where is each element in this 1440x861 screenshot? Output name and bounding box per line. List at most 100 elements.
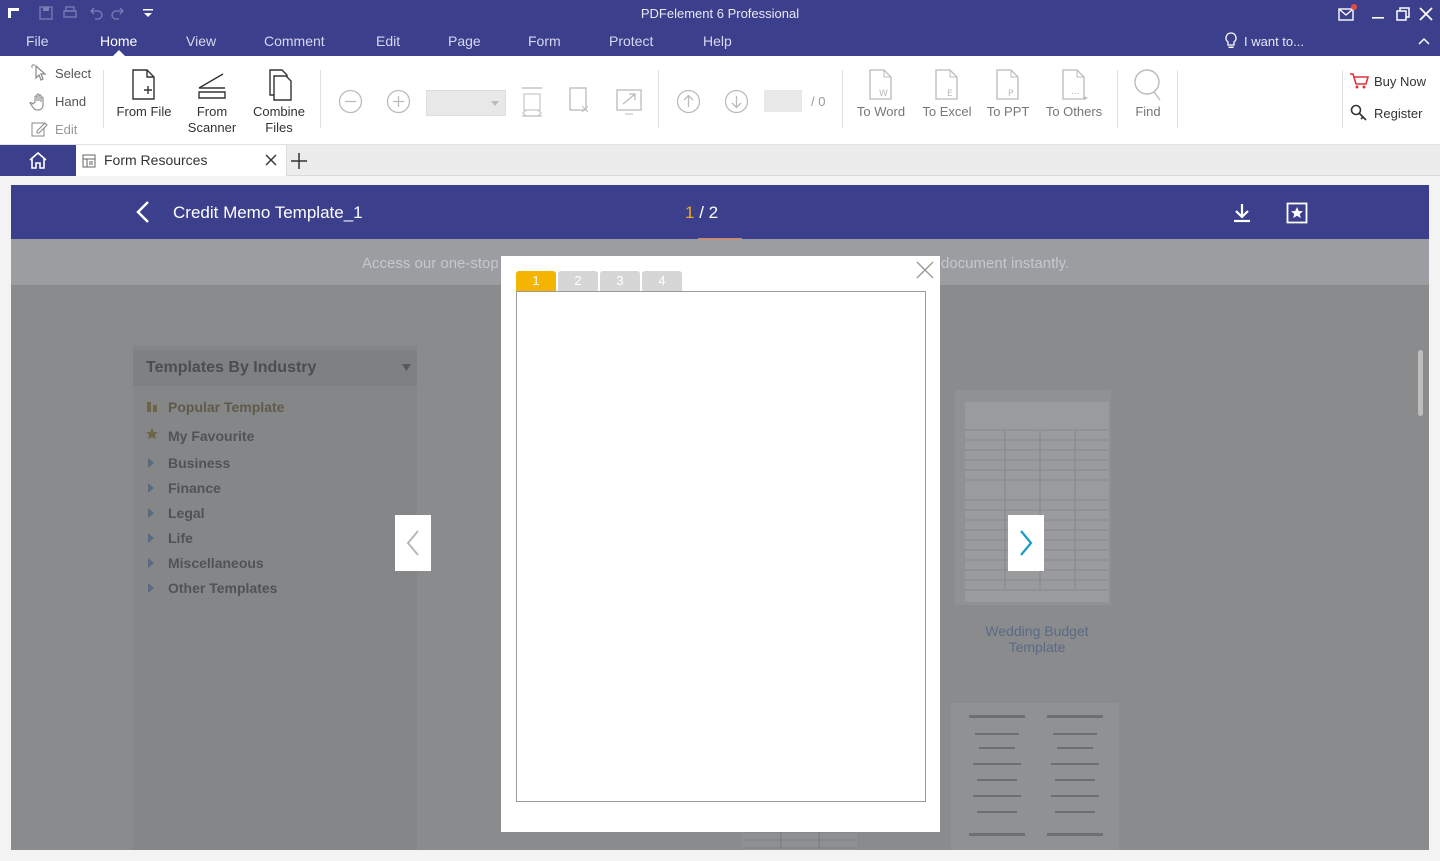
total-pages: / 2: [699, 203, 719, 222]
wedding-budget-thumbnail: [965, 402, 1109, 602]
buy-now-link[interactable]: Buy Now: [1374, 74, 1426, 89]
category-finance[interactable]: Finance: [168, 480, 221, 496]
edit-tool[interactable]: Edit: [55, 122, 77, 137]
star-icon: [146, 428, 158, 440]
next-template-button[interactable]: [1008, 515, 1044, 571]
download-icon[interactable]: [1231, 202, 1253, 224]
ribbon-separator: [103, 70, 104, 128]
template-card-partial[interactable]: [741, 830, 857, 850]
category-life[interactable]: Life: [168, 530, 193, 546]
find-button[interactable]: Find: [1126, 68, 1170, 120]
hand-icon: [29, 93, 44, 111]
viewer-header: Credit Memo Template_1 1 / 2: [11, 185, 1429, 241]
to-excel-label: To Excel: [922, 104, 972, 119]
wedding-budget-caption[interactable]: Wedding Budget Template: [955, 623, 1119, 655]
scanner-icon: [198, 73, 226, 99]
chevron-right-icon: [1020, 530, 1033, 556]
combine-files-button[interactable]: Combine Files: [247, 68, 311, 136]
menu-page[interactable]: Page: [448, 33, 481, 49]
category-miscellaneous[interactable]: Miscellaneous: [168, 555, 264, 571]
select-tool[interactable]: Select: [55, 66, 91, 81]
viewer-scrollbar[interactable]: [1418, 350, 1423, 416]
industry-dropdown-label: Templates By Industry: [146, 359, 317, 376]
key-icon: [1350, 104, 1367, 121]
from-file-button[interactable]: From File: [112, 68, 176, 120]
to-excel-button[interactable]: E To Excel: [918, 68, 976, 120]
home-icon: [29, 151, 47, 169]
app-title: PDFelement 6 Professional: [640, 6, 800, 21]
category-popular[interactable]: Popular Template: [168, 399, 284, 415]
template-card-wedding-budget[interactable]: [955, 390, 1111, 605]
restore-icon[interactable]: [1393, 4, 1413, 24]
form-resources-icon: [82, 154, 96, 168]
category-other-templates[interactable]: Other Templates: [168, 580, 277, 596]
menu-comment[interactable]: Comment: [264, 33, 325, 49]
i-want-to-search[interactable]: I want to...: [1244, 34, 1304, 49]
zoom-in-icon[interactable]: [386, 89, 411, 114]
template-title: Credit Memo Template_1: [173, 203, 363, 222]
close-tab-icon[interactable]: [265, 154, 277, 166]
category-business[interactable]: Business: [168, 455, 230, 471]
category-my-favourite[interactable]: My Favourite: [168, 428, 254, 444]
lightbulb-icon: [1225, 32, 1237, 48]
menu-home[interactable]: Home: [100, 33, 137, 49]
fit-width-icon[interactable]: [520, 86, 544, 118]
form-resources-tab[interactable]: Form Resources: [76, 145, 287, 176]
expand-arrow-icon: [148, 558, 154, 568]
to-others-label: To Others: [1045, 104, 1103, 119]
banner-text-left: Access our one-stop: [362, 255, 499, 272]
chevron-down-icon: [491, 101, 499, 106]
menu-form[interactable]: Form: [528, 33, 561, 49]
template-card-wedding-invitation[interactable]: [951, 703, 1119, 850]
previous-page-icon[interactable]: [676, 89, 701, 114]
page-number-input[interactable]: [764, 90, 802, 112]
collapse-ribbon-icon[interactable]: [1417, 36, 1431, 46]
wedding-budget-caption-2: Template: [1008, 639, 1066, 655]
ribbon-separator: [842, 70, 843, 128]
to-others-button[interactable]: ... To Others: [1040, 68, 1108, 120]
menu-help[interactable]: Help: [703, 33, 732, 49]
next-page-icon[interactable]: [724, 89, 749, 114]
full-screen-icon[interactable]: [615, 88, 643, 116]
mail-notification-icon[interactable]: [1337, 4, 1357, 24]
fit-page-icon[interactable]: [568, 86, 594, 118]
menu-bar: File Home View Comment Edit Page Form Pr…: [0, 28, 1440, 56]
ppt-file-icon: P: [996, 69, 1019, 100]
industry-dropdown[interactable]: Templates By Industry: [133, 350, 417, 386]
template-preview-modal: 1 2 3 4: [501, 256, 940, 832]
new-tab-icon[interactable]: [290, 152, 308, 170]
from-file-icon: [132, 69, 155, 100]
expand-arrow-icon: [148, 583, 154, 593]
hand-tool[interactable]: Hand: [55, 94, 86, 109]
category-panel: [133, 345, 417, 850]
favourite-icon[interactable]: [1286, 202, 1308, 224]
menu-edit[interactable]: Edit: [376, 33, 400, 49]
preview-tab-3[interactable]: 3: [600, 271, 640, 291]
preview-tab-4[interactable]: 4: [642, 271, 682, 291]
close-window-icon[interactable]: [1416, 4, 1436, 24]
to-word-button[interactable]: W To Word: [852, 68, 910, 120]
menu-file[interactable]: File: [26, 33, 49, 49]
ribbon-separator: [1117, 70, 1118, 128]
back-arrow-icon[interactable]: [135, 200, 151, 224]
previous-template-button[interactable]: [395, 515, 431, 571]
minimize-icon[interactable]: [1368, 4, 1388, 24]
zoom-out-icon[interactable]: [338, 89, 363, 114]
zoom-level-select[interactable]: [426, 90, 506, 116]
form-resources-tab-label: Form Resources: [104, 152, 208, 168]
page-indicator: 1 / 2: [685, 203, 718, 223]
select-icon: [31, 64, 47, 81]
from-scanner-button[interactable]: From Scanner: [180, 68, 244, 136]
home-tab[interactable]: [0, 145, 76, 176]
category-legal[interactable]: Legal: [168, 505, 205, 521]
menu-protect[interactable]: Protect: [609, 33, 653, 49]
edit-icon: [31, 122, 48, 137]
preview-tab-2[interactable]: 2: [558, 271, 598, 291]
preview-tab-1[interactable]: 1: [516, 271, 556, 291]
from-scanner-label-2: Scanner: [187, 120, 237, 135]
close-icon[interactable]: [915, 260, 935, 280]
to-ppt-button[interactable]: P To PPT: [980, 68, 1036, 120]
menu-view[interactable]: View: [186, 33, 216, 49]
other-file-icon: ...: [1062, 69, 1088, 100]
register-link[interactable]: Register: [1374, 106, 1422, 121]
